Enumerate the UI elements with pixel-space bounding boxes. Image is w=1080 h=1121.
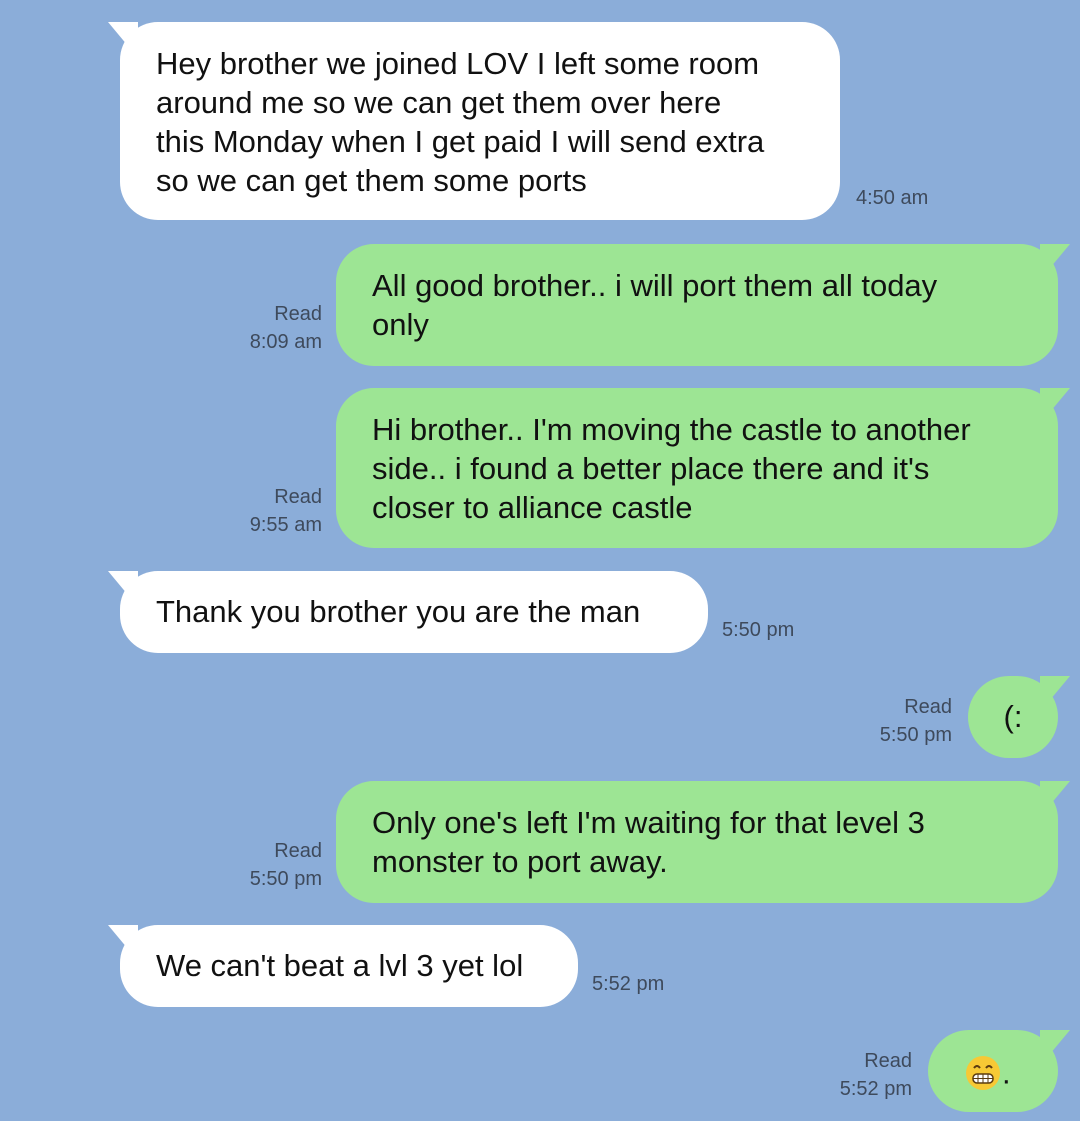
message-meta: 5:52 pm	[592, 970, 664, 998]
message-meta: 4:50 am	[856, 184, 928, 212]
message-text: Thank you brother you are the man	[156, 594, 641, 629]
message-text: We can't beat a lvl 3 yet lol	[156, 948, 524, 983]
message-text: Hey brother we joined LOV I left some ro…	[156, 46, 765, 198]
message-bubble-outgoing[interactable]: Only one's left I'm waiting for that lev…	[336, 781, 1070, 903]
read-receipt: Read	[864, 1050, 912, 1072]
bubble-tail-icon	[1040, 676, 1070, 712]
bubble-tail-icon	[1040, 1030, 1070, 1066]
message-time: 5:50 pm	[879, 724, 952, 746]
message-time: 4:50 am	[856, 187, 929, 209]
message-text: Only one's left I'm waiting for that lev…	[372, 805, 925, 879]
read-receipt: Read	[274, 303, 322, 325]
chat-thread[interactable]: Hey brother we joined LOV I left some ro…	[0, 0, 1080, 1121]
read-receipt: Read	[274, 840, 322, 862]
message-meta: Read 5:50 pm	[222, 837, 322, 893]
bubble-tail-icon	[1040, 781, 1070, 817]
message-meta: 5:50 pm	[722, 616, 794, 644]
read-receipt: Read	[274, 486, 322, 508]
message-meta: Read 9:55 am	[222, 483, 322, 539]
grinning-face-icon	[966, 1055, 1000, 1090]
message-text: .	[1002, 1055, 1011, 1091]
message-time: 9:55 am	[249, 514, 322, 536]
message-bubble-outgoing[interactable]: All good brother.. i will port them all …	[336, 244, 1070, 366]
bubble-tail-icon	[108, 571, 138, 607]
message-time: 8:09 am	[249, 331, 322, 353]
message-bubble-outgoing[interactable]: (:	[968, 676, 1070, 758]
message-time: 5:50 pm	[249, 868, 322, 890]
bubble-tail-icon	[108, 925, 138, 961]
message-time: 5:50 pm	[722, 619, 795, 641]
message-time: 5:52 pm	[839, 1078, 912, 1100]
message-text: Hi brother.. I'm moving the castle to an…	[372, 412, 971, 525]
message-time: 5:52 pm	[592, 973, 665, 995]
read-receipt: Read	[904, 696, 952, 718]
bubble-tail-icon	[108, 22, 138, 58]
bubble-tail-icon	[1040, 244, 1070, 280]
message-meta: Read 5:50 pm	[852, 693, 952, 749]
message-meta: Read 5:52 pm	[812, 1047, 912, 1103]
bubble-tail-icon	[1040, 388, 1070, 424]
message-bubble-outgoing[interactable]: .	[928, 1030, 1070, 1112]
message-bubble-incoming[interactable]: Thank you brother you are the man	[108, 571, 708, 653]
message-bubble-incoming[interactable]: Hey brother we joined LOV I left some ro…	[108, 22, 840, 220]
message-bubble-outgoing[interactable]: Hi brother.. I'm moving the castle to an…	[336, 388, 1070, 548]
message-text: All good brother.. i will port them all …	[372, 268, 938, 342]
message-meta: Read 8:09 am	[222, 300, 322, 356]
message-bubble-incoming[interactable]: We can't beat a lvl 3 yet lol	[108, 925, 578, 1007]
